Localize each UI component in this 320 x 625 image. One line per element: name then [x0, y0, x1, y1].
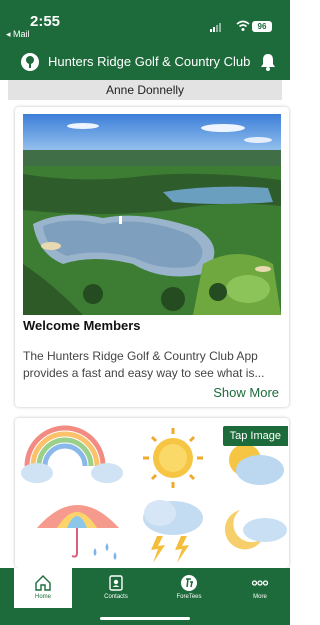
club-logo-icon[interactable]	[21, 53, 39, 71]
signal-icon	[210, 22, 236, 32]
sun-cloud-icon	[229, 444, 284, 485]
welcome-description: The Hunters Ridge Golf & Country Club Ap…	[23, 349, 265, 380]
tab-home[interactable]: Home	[14, 568, 72, 608]
wifi-icon	[236, 20, 250, 31]
umbrella-icon	[37, 505, 119, 560]
golf-course-aerial-image	[23, 114, 281, 315]
status-time: 2:55	[30, 13, 61, 30]
tab-contacts[interactable]: Contacts	[87, 568, 145, 608]
club-title: Hunters Ridge Golf & Country Club	[48, 54, 251, 69]
welcome-card[interactable]: Welcome Members The Hunters Ridge Golf &…	[15, 107, 289, 407]
tap-image-button[interactable]: Tap Image	[222, 426, 288, 446]
welcome-heading: Welcome Members	[23, 318, 141, 333]
status-bar: 2:55 ◂ Mail 96	[0, 0, 290, 44]
foretees-icon	[181, 575, 197, 591]
sun-icon	[143, 428, 203, 488]
tab-contacts-label: Contacts	[104, 594, 128, 600]
bell-icon[interactable]	[260, 53, 276, 71]
weather-card[interactable]: Tap Image	[15, 418, 289, 568]
show-more-link[interactable]: Show More	[213, 385, 279, 400]
back-to-mail-link[interactable]: ◂ Mail	[6, 29, 30, 40]
tab-foretees-label: ForeTees	[176, 594, 202, 600]
home-indicator	[100, 617, 190, 620]
contacts-icon	[109, 575, 123, 591]
tab-more-label: More	[253, 594, 267, 600]
home-icon	[35, 575, 51, 591]
rainbow-icon	[21, 425, 123, 483]
storm-cloud-icon	[143, 500, 203, 563]
tab-home-label: Home	[34, 594, 51, 600]
moon-cloud-icon	[224, 510, 287, 550]
member-name-bar: Anne Donnelly	[8, 80, 282, 100]
more-icon	[251, 580, 269, 586]
tab-foretees[interactable]: ForeTees	[160, 568, 218, 608]
battery-icon: 96	[252, 21, 272, 32]
app-header: Hunters Ridge Golf & Country Club	[0, 44, 290, 80]
tab-more[interactable]: More	[231, 568, 289, 608]
